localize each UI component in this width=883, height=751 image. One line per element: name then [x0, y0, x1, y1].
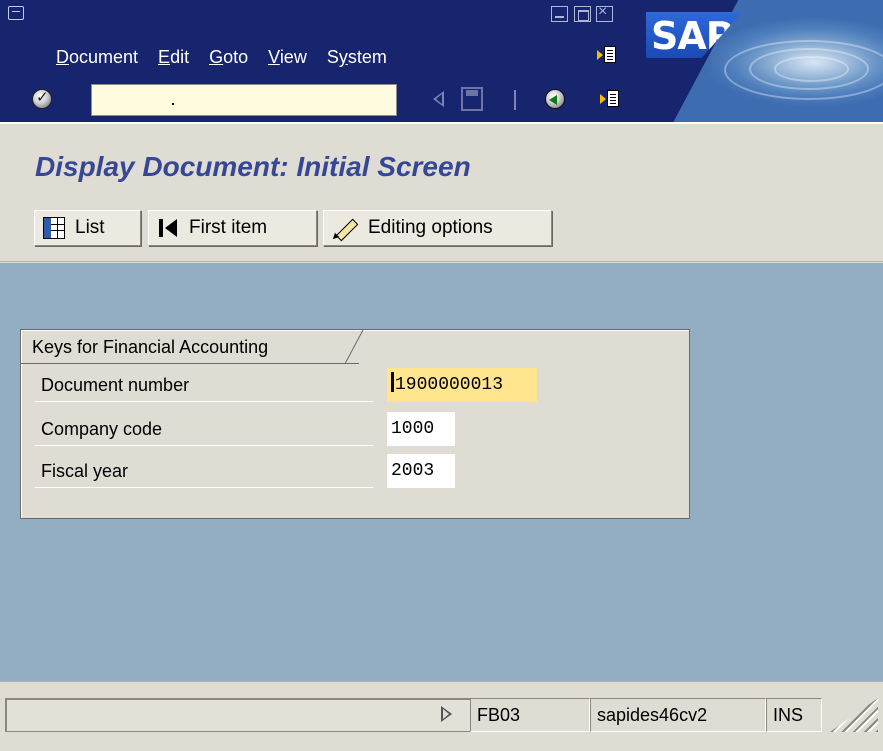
customize-layout-icon[interactable] [597, 46, 617, 64]
text-caret [391, 372, 394, 392]
enter-icon[interactable] [32, 88, 52, 109]
minimize-icon[interactable] [551, 6, 568, 22]
list-icon [43, 217, 65, 239]
pencil-icon [332, 217, 356, 239]
command-input[interactable] [92, 85, 396, 115]
transaction-code: FB03 [477, 705, 521, 725]
back-icon[interactable] [433, 91, 444, 107]
insert-mode[interactable]: INS [766, 698, 822, 732]
menu-view[interactable]: View [268, 47, 307, 68]
document-number-row: Document number 1900000013 [35, 368, 675, 404]
group-title: Keys for Financial Accounting [32, 337, 269, 357]
command-field[interactable] [91, 84, 478, 116]
company-code-field[interactable]: 1000 [387, 412, 455, 446]
system-menu-icon[interactable] [8, 6, 24, 20]
resize-grip-icon[interactable] [830, 698, 878, 732]
generate-session-icon[interactable] [600, 90, 620, 108]
transaction-code-field[interactable]: FB03 [470, 698, 590, 732]
status-message [5, 698, 470, 732]
maximize-icon[interactable] [574, 6, 591, 22]
fiscal-year-field[interactable]: 2003 [387, 454, 455, 488]
menu-goto[interactable]: Goto [209, 47, 248, 68]
fiscal-year-row: Fiscal year 2003 [35, 454, 675, 490]
fiscal-year-label: Fiscal year [35, 454, 373, 488]
save-icon[interactable] [461, 87, 483, 111]
document-number-value: 1900000013 [395, 375, 504, 395]
first-item-button[interactable]: First item [148, 210, 317, 246]
status-expand-icon[interactable] [441, 706, 452, 722]
work-area: Keys for Financial Accounting Document n… [0, 263, 883, 681]
application-toolbar: List First item Editing options [0, 198, 883, 262]
title-bar: Display Document: Initial Screen [0, 122, 883, 198]
menu-edit[interactable]: Edit [158, 47, 189, 68]
company-code-label: Company code [35, 412, 373, 446]
exit-icon[interactable] [545, 89, 565, 109]
editing-options-button[interactable]: Editing options [323, 210, 552, 246]
company-code-row: Company code 1000 [35, 412, 675, 448]
standard-toolbar [0, 78, 639, 122]
server-name: sapides46cv2 [590, 698, 766, 732]
list-button[interactable]: List [34, 210, 141, 246]
keys-group-box: Keys for Financial Accounting Document n… [20, 329, 690, 519]
page-title: Display Document: Initial Screen [35, 151, 471, 182]
first-item-button-label: First item [189, 217, 268, 238]
status-bar: FB03 sapides46cv2 INS [0, 681, 883, 751]
document-number-field[interactable]: 1900000013 [387, 368, 537, 402]
toolbar-separator [514, 90, 516, 110]
editing-options-button-label: Editing options [368, 217, 493, 238]
list-button-label: List [75, 217, 105, 238]
menu-system[interactable]: System [327, 47, 387, 68]
first-item-icon [157, 217, 179, 239]
main-menu: Document Edit Goto View System [56, 47, 407, 68]
menu-document[interactable]: Document [56, 47, 138, 68]
menu-document-rest: ocument [69, 47, 139, 67]
document-number-label: Document number [35, 368, 373, 402]
close-icon[interactable] [596, 3, 613, 22]
